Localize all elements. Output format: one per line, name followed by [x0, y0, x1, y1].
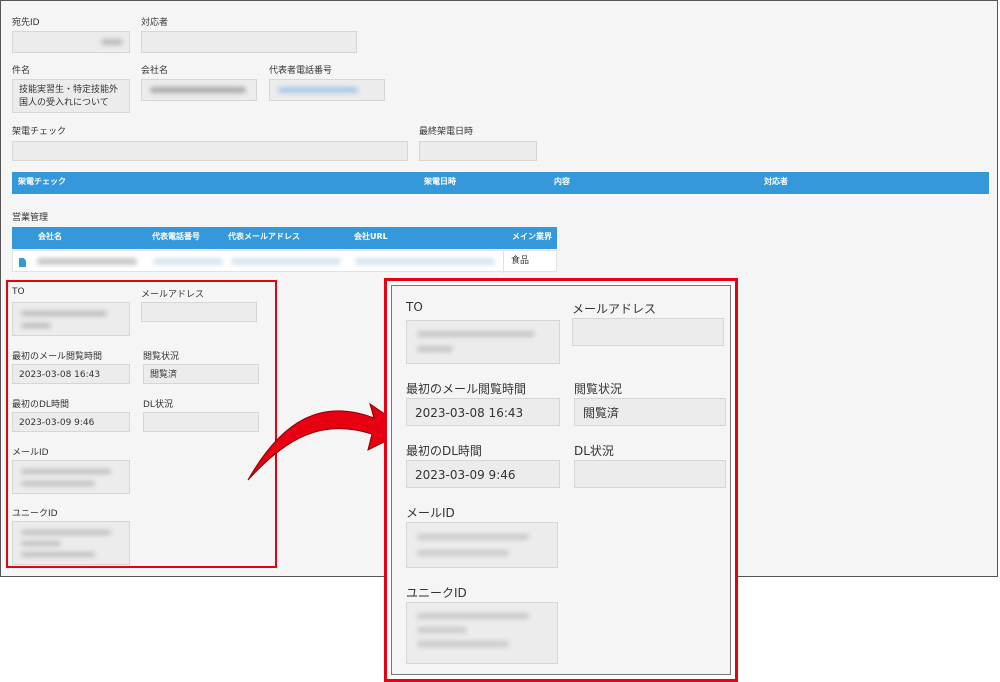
- zoom-mail-id-field: [406, 522, 558, 568]
- zoomed-panel-inner: TO メールアドレス 最初のメール閲覧時間 2023-03-08 16:43 閲…: [391, 285, 731, 675]
- zoom-to-label: TO: [406, 300, 423, 314]
- zoom-first-dl-label: 最初のDL時間: [406, 444, 482, 458]
- zoom-to-field: [406, 320, 560, 364]
- zoom-unique-id-label: ユニークID: [406, 586, 467, 600]
- zoom-dl-status-field: [574, 460, 726, 488]
- zoom-first-open-label: 最初のメール閲覧時間: [406, 382, 527, 396]
- zoom-mail-id-label: メールID: [406, 506, 455, 520]
- zoom-view-status-label: 閲覧状況: [574, 382, 623, 396]
- zoom-mail-address-field: [572, 318, 724, 346]
- zoom-first-open-field: 2023-03-08 16:43: [406, 398, 560, 426]
- zoom-dl-status-label: DL状況: [574, 444, 614, 458]
- zoom-unique-id-field: [406, 602, 558, 664]
- zoom-view-status-field: 閲覧済: [574, 398, 726, 426]
- zoom-mail-address-label: メールアドレス: [572, 302, 657, 316]
- zoom-first-dl-field: 2023-03-09 9:46: [406, 460, 560, 488]
- zoomed-panel: TO メールアドレス 最初のメール閲覧時間 2023-03-08 16:43 閲…: [384, 278, 738, 682]
